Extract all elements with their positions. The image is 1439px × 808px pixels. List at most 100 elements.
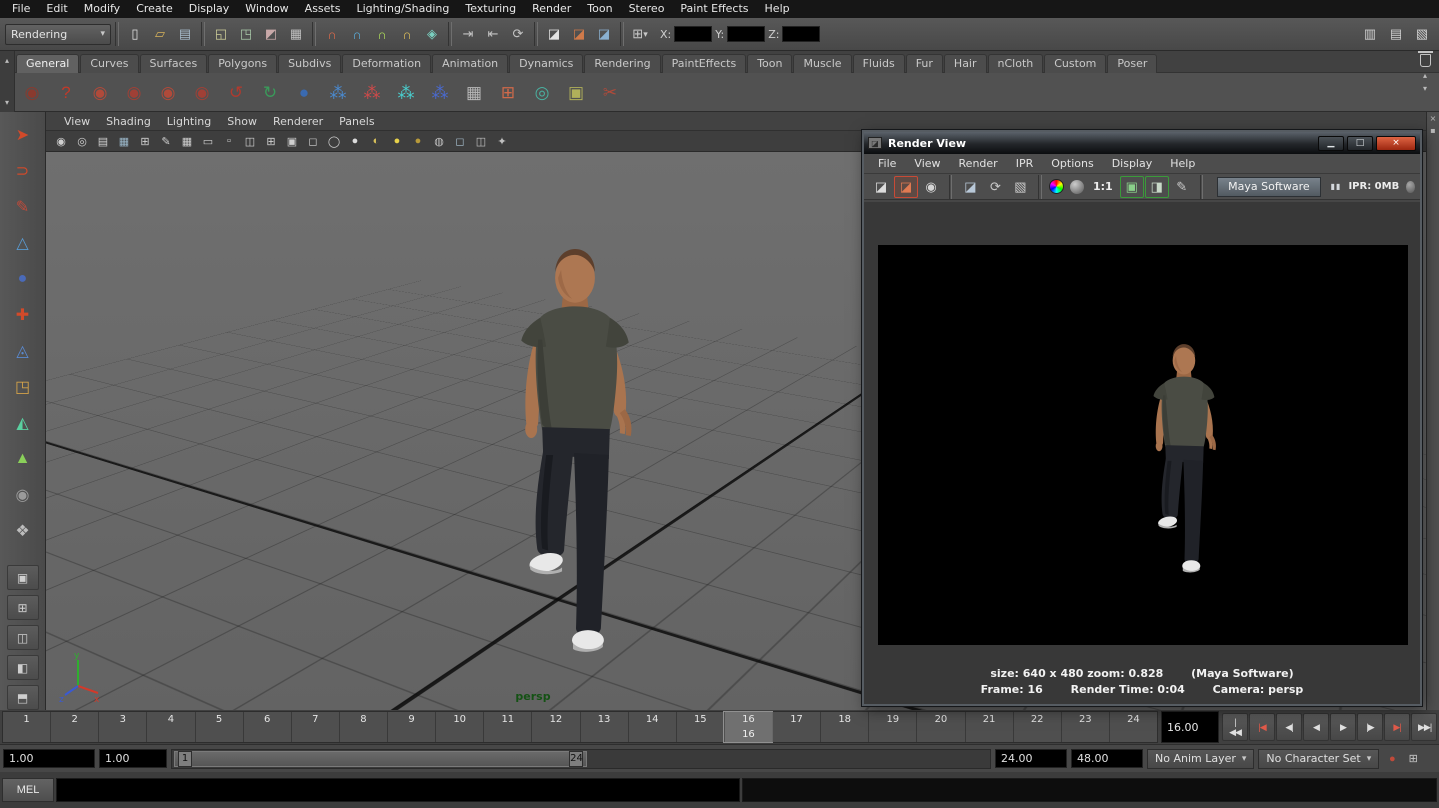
- rv-render-current-frame-icon[interactable]: ◪: [894, 176, 918, 198]
- animation-preferences-icon[interactable]: ⊞: [1404, 750, 1422, 768]
- curve-green-icon[interactable]: ↻: [254, 77, 286, 109]
- shelf-tab[interactable]: Dynamics: [509, 54, 583, 73]
- timeline-frame-cell[interactable]: 18: [820, 712, 868, 742]
- manipulator-options-icon[interactable]: ⊞ ▾: [628, 22, 652, 46]
- timeline-frame-cell[interactable]: 1: [3, 712, 50, 742]
- panel-collapse-icon[interactable]: ×: [1430, 114, 1437, 123]
- alpha-channel-icon[interactable]: [1068, 176, 1086, 198]
- timeline-frame-cell[interactable]: 2: [50, 712, 98, 742]
- shelf-trash-icon[interactable]: [1420, 54, 1431, 67]
- attribute-editor-toggle-icon[interactable]: ▥: [1358, 22, 1382, 46]
- shelf-scroll-up-icon[interactable]: ▴: [1423, 71, 1427, 80]
- step-back-frame-button[interactable]: ◀|: [1276, 713, 1302, 741]
- move-tool-icon[interactable]: ✚: [6, 300, 40, 330]
- layout-four-pane-icon[interactable]: ⊞: [7, 595, 39, 620]
- renderer-dropdown[interactable]: Maya Software: [1217, 177, 1320, 197]
- toolbar-separator[interactable]: [115, 22, 119, 46]
- snap-to-point-icon[interactable]: ∩: [370, 22, 394, 46]
- field-chart-icon[interactable]: ⊞: [261, 133, 281, 150]
- poly-cube-icon[interactable]: ▣: [560, 77, 592, 109]
- panel-menu-item[interactable]: Panels: [331, 112, 382, 131]
- rv-ipr-render-icon[interactable]: ◪: [958, 176, 982, 198]
- timeline-frame-cell[interactable]: 3: [98, 712, 146, 742]
- paint-select-tool-icon[interactable]: ✎: [6, 192, 40, 222]
- shelf-tab[interactable]: Surfaces: [140, 54, 208, 73]
- select-hierarchy-icon[interactable]: ◱: [209, 22, 233, 46]
- panel-menu-item[interactable]: Lighting: [159, 112, 219, 131]
- rgb-channels-icon[interactable]: [1048, 176, 1066, 198]
- mel-command-input[interactable]: [56, 778, 740, 802]
- rv-refresh-icon[interactable]: ⟳: [983, 176, 1007, 198]
- shelf-tab[interactable]: Muscle: [793, 54, 851, 73]
- last-tool-icon[interactable]: ❖: [6, 516, 40, 546]
- safe-action-icon[interactable]: ▣: [282, 133, 302, 150]
- render-view-menu-item[interactable]: View: [905, 154, 949, 174]
- timeline-frame-cell[interactable]: 8: [339, 712, 387, 742]
- node-network-4-icon[interactable]: ⁂: [424, 77, 456, 109]
- bookmark-icon[interactable]: ▤: [93, 133, 113, 150]
- wireframe-icon[interactable]: ◯: [324, 133, 344, 150]
- selection-mask-icon[interactable]: ▦: [284, 22, 308, 46]
- rv-snapshot-icon[interactable]: ◉: [919, 176, 943, 198]
- make-live-icon[interactable]: ◈: [420, 22, 444, 46]
- timeline-frame-cell[interactable]: 10: [435, 712, 483, 742]
- sphere-blue-icon[interactable]: ●: [288, 77, 320, 109]
- menu-item[interactable]: Paint Effects: [672, 0, 756, 18]
- resolution-gate-icon[interactable]: ▫: [219, 133, 239, 150]
- render-current-frame-icon[interactable]: ◪: [542, 22, 566, 46]
- timeline-frame-cell[interactable]: 11: [483, 712, 531, 742]
- character-model[interactable]: [476, 240, 676, 658]
- curve-swirl-icon[interactable]: ↺: [220, 77, 252, 109]
- pan-zoom-icon[interactable]: ⊞: [135, 133, 155, 150]
- menu-item[interactable]: Lighting/Shading: [348, 0, 457, 18]
- channel-box-toggle-icon[interactable]: ▧: [1410, 22, 1434, 46]
- shelf-tab[interactable]: Poser: [1107, 54, 1157, 73]
- select-tool-icon[interactable]: ➤: [6, 120, 40, 150]
- timeline-frame-cell[interactable]: 5: [195, 712, 243, 742]
- isolate-select-icon[interactable]: ◍: [429, 133, 449, 150]
- character-set-dropdown[interactable]: No Character Set ▾: [1258, 749, 1379, 769]
- playback-range-bar[interactable]: 1 24: [174, 751, 587, 767]
- menu-item[interactable]: Window: [237, 0, 296, 18]
- sphere-manip-icon[interactable]: ●: [6, 264, 40, 294]
- grease-pencil-icon[interactable]: ✎: [156, 133, 176, 150]
- image-plane-icon[interactable]: ▦: [114, 133, 134, 150]
- camera-front-icon[interactable]: ◉: [118, 77, 150, 109]
- render-view-menu-item[interactable]: Help: [1161, 154, 1204, 174]
- layout-two-pane-icon[interactable]: ◫: [7, 625, 39, 650]
- step-forward-frame-button[interactable]: |▶: [1357, 713, 1383, 741]
- select-object-icon[interactable]: ◳: [234, 22, 258, 46]
- shelf-tab[interactable]: Hair: [944, 54, 987, 73]
- auto-keyframe-toggle-icon[interactable]: ●: [1383, 750, 1401, 768]
- shelf-tab[interactable]: Curves: [80, 54, 138, 73]
- render-view-menu-item[interactable]: Display: [1103, 154, 1162, 174]
- menu-item[interactable]: Stereo: [621, 0, 673, 18]
- textured-mode-icon[interactable]: ◐: [366, 133, 386, 150]
- menu-item[interactable]: Texturing: [457, 0, 524, 18]
- shelf-scroll-down-icon[interactable]: ▾: [1423, 84, 1427, 93]
- toolbar-separator[interactable]: [201, 22, 205, 46]
- select-camera-icon[interactable]: ◉: [51, 133, 71, 150]
- anim-layer-dropdown[interactable]: No Anim Layer ▾: [1147, 749, 1254, 769]
- show-manip-icon[interactable]: ◉: [6, 480, 40, 510]
- render-view-menu-item[interactable]: File: [869, 154, 905, 174]
- panel-menu-item[interactable]: Shading: [98, 112, 159, 131]
- timeline-frame-cell[interactable]: 15: [676, 712, 724, 742]
- universal-manip-icon[interactable]: ◭: [6, 408, 40, 438]
- render-view-menu-item[interactable]: IPR: [1007, 154, 1043, 174]
- go-to-start-button[interactable]: |◀◀: [1222, 713, 1248, 741]
- rendered-image[interactable]: [878, 245, 1408, 645]
- timeline-frame-cell[interactable]: 21: [965, 712, 1013, 742]
- shelf-tab[interactable]: Fur: [906, 54, 943, 73]
- range-slider[interactable]: 1 24: [171, 749, 991, 769]
- playback-end-field[interactable]: [995, 749, 1067, 768]
- go-to-end-button[interactable]: ▶▶|: [1411, 713, 1437, 741]
- xray-icon[interactable]: ◻: [450, 133, 470, 150]
- layout-single-pane-icon[interactable]: ▣: [7, 565, 39, 590]
- range-start-handle[interactable]: 1: [178, 751, 192, 767]
- render-view-titlebar[interactable]: ◪ Render View ▁ □ ×: [864, 132, 1420, 154]
- menu-item[interactable]: Render: [524, 0, 579, 18]
- pause-ipr-icon[interactable]: ▮▮: [1331, 182, 1342, 191]
- timeline-frame-cell[interactable]: 9: [387, 712, 435, 742]
- shelf-tab[interactable]: Deformation: [342, 54, 431, 73]
